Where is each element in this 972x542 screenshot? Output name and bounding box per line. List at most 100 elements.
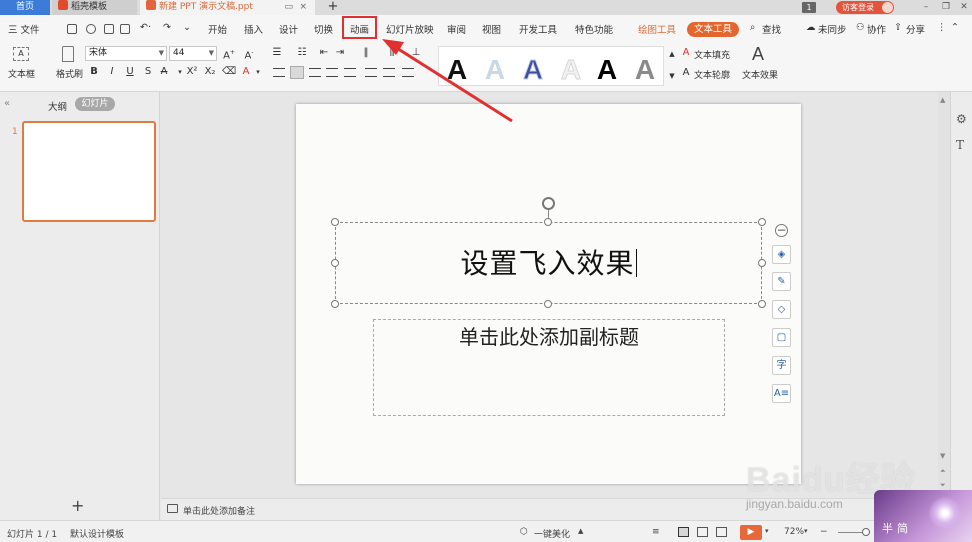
resize-handle-n[interactable]: [544, 218, 552, 226]
fill-icon[interactable]: ◇: [772, 300, 791, 319]
justify-icon[interactable]: [326, 68, 338, 77]
menu-transition[interactable]: 切换: [314, 22, 333, 36]
scroll-down-icon[interactable]: ▼: [940, 452, 945, 460]
undo-history-icon[interactable]: [86, 24, 96, 34]
resize-handle-s[interactable]: [544, 300, 552, 308]
text-style-white[interactable]: A: [555, 53, 587, 87]
prev-page-icon[interactable]: ⏶: [940, 467, 946, 476]
collaborate-label[interactable]: 协作: [867, 22, 886, 36]
menu-design[interactable]: 设计: [279, 22, 298, 36]
bold-icon[interactable]: B: [88, 66, 100, 78]
format-painter-label[interactable]: 格式刷: [56, 67, 83, 80]
sync-icon[interactable]: ☁: [806, 22, 816, 33]
new-tab-button[interactable]: +: [326, 0, 340, 15]
tab-daoke-templates[interactable]: 稻壳模板: [52, 0, 137, 15]
menu-drawing-tools[interactable]: 绘图工具: [638, 22, 676, 36]
more-icon[interactable]: ⋮: [937, 22, 947, 33]
vertical-scrollbar[interactable]: ▲ ▼ ⏶ ⏷: [938, 92, 950, 498]
normal-view-icon[interactable]: [678, 527, 689, 537]
tab-home[interactable]: 首页: [0, 0, 50, 15]
strikethrough-icon[interactable]: A: [158, 66, 170, 78]
numbered-list-icon[interactable]: ☷: [296, 47, 308, 59]
resize-handle-nw[interactable]: [331, 218, 339, 226]
text-fill-label[interactable]: 文本填充: [694, 48, 730, 61]
zoom-slider-handle[interactable]: [862, 528, 870, 536]
close-window-icon[interactable]: ✕: [956, 0, 972, 15]
tab-slides[interactable]: 幻灯片: [75, 97, 115, 111]
text-fill-icon[interactable]: A: [680, 47, 692, 59]
search-label[interactable]: 查找: [762, 22, 781, 36]
distribute-icon[interactable]: [344, 68, 356, 77]
decrease-indent-icon[interactable]: ⇤: [318, 47, 330, 59]
next-page-icon[interactable]: ⏷: [940, 481, 946, 490]
format-painter-icon[interactable]: [62, 46, 74, 62]
align-center-icon[interactable]: [290, 66, 304, 79]
text-style-black[interactable]: A: [441, 53, 473, 87]
gallery-scroll-up-icon[interactable]: ▲: [666, 48, 678, 60]
redo-icon[interactable]: ↷: [163, 22, 171, 33]
chevron-down-icon[interactable]: ▾: [252, 66, 264, 78]
print-icon[interactable]: [104, 24, 114, 34]
menu-view[interactable]: 视图: [482, 22, 501, 36]
print-preview-icon[interactable]: [120, 24, 130, 34]
subscript-icon[interactable]: X₂: [204, 66, 216, 78]
menu-review[interactable]: 审阅: [447, 22, 466, 36]
beautify-icon[interactable]: ⬡: [520, 527, 528, 537]
text-direction-icon[interactable]: ⫼: [386, 47, 398, 59]
text-style-blue-outline[interactable]: A: [517, 53, 549, 87]
menu-slideshow[interactable]: 幻灯片放映: [386, 22, 434, 36]
notes-placeholder[interactable]: 单击此处添加备注: [183, 504, 255, 517]
collapse-panel-icon[interactable]: «: [4, 98, 10, 109]
text-outline-icon[interactable]: A: [680, 67, 692, 79]
textbox-icon[interactable]: A: [13, 47, 29, 61]
menu-home[interactable]: 开始: [208, 22, 227, 36]
play-slideshow-button[interactable]: ▶: [740, 525, 762, 540]
float-toolbar-collapse-icon[interactable]: −: [775, 224, 788, 237]
collaborate-icon[interactable]: ⚇: [856, 22, 865, 33]
zoom-out-icon[interactable]: −: [820, 527, 828, 537]
menu-insert[interactable]: 插入: [244, 22, 263, 36]
increase-indent-icon[interactable]: ⇥: [334, 47, 346, 59]
resize-handle-sw[interactable]: [331, 300, 339, 308]
share-icon[interactable]: ⇪: [894, 22, 902, 33]
text-effect-label[interactable]: 文本效果: [742, 68, 778, 81]
menu-file[interactable]: 三 文件: [8, 22, 40, 36]
eraser-icon[interactable]: ⌫: [222, 66, 236, 78]
properties-icon[interactable]: ⚙: [956, 112, 967, 126]
chevron-down-icon[interactable]: ▾: [765, 527, 769, 535]
chevron-up-icon[interactable]: ▲: [578, 527, 583, 535]
text-outline-label[interactable]: 文本轮廓: [694, 68, 730, 81]
quick-access-dropdown-icon[interactable]: ⌄: [183, 22, 191, 33]
increase-font-icon[interactable]: A+: [223, 47, 235, 61]
restore-icon[interactable]: ❐: [938, 0, 954, 15]
vertical-align-icon[interactable]: [365, 68, 377, 77]
decrease-font-icon[interactable]: A-: [243, 47, 255, 61]
chevron-down-icon[interactable]: ▾: [174, 66, 186, 78]
align-text-icon[interactable]: ⊥: [410, 47, 422, 59]
resize-handle-e[interactable]: [758, 259, 766, 267]
text-style-gray[interactable]: A: [629, 53, 661, 87]
font-size-select[interactable]: 44 ▼: [169, 46, 217, 61]
add-slide-button[interactable]: +: [71, 496, 84, 515]
resize-handle-se[interactable]: [758, 300, 766, 308]
chevron-down-icon[interactable]: ▾: [804, 527, 808, 535]
scroll-up-icon[interactable]: ▲: [940, 96, 945, 104]
bullet-list-icon[interactable]: ☰: [271, 47, 283, 59]
slide-title[interactable]: 设置飞入效果: [335, 242, 762, 282]
guest-login-button[interactable]: 访客登录: [836, 1, 894, 14]
text-format-icon[interactable]: A≡: [772, 384, 791, 403]
zoom-level[interactable]: 72%: [784, 527, 804, 537]
italic-icon[interactable]: I: [106, 66, 118, 78]
line-spacing-icon[interactable]: ‖: [360, 47, 372, 59]
text-effect-icon[interactable]: A: [752, 44, 764, 65]
undo-icon[interactable]: ↶·: [140, 22, 151, 33]
text-icon[interactable]: T: [956, 138, 964, 152]
share-label[interactable]: 分享: [906, 22, 925, 36]
layers-icon[interactable]: ◈: [772, 245, 791, 264]
font-name-select[interactable]: 宋体 ▼: [85, 46, 167, 61]
slide-thumbnail[interactable]: [22, 121, 156, 222]
minimize-icon[interactable]: –: [918, 0, 934, 15]
paragraph-spacing-icon[interactable]: [402, 68, 414, 77]
tab-outline[interactable]: 大纲: [48, 99, 67, 113]
pen-icon[interactable]: ✎: [772, 272, 791, 291]
